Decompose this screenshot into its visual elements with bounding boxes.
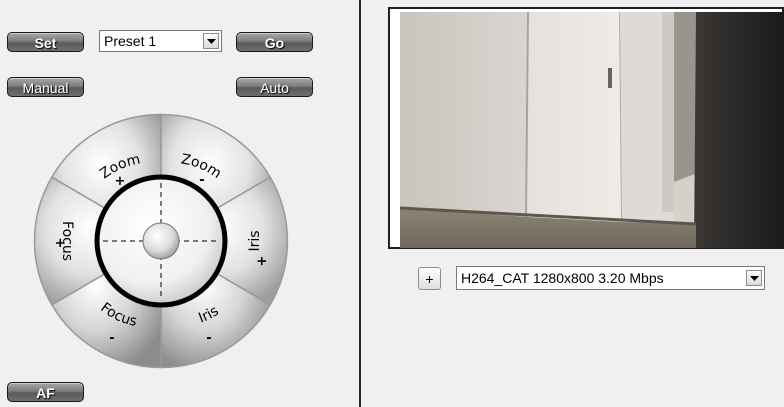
ptz-dial: Zoom + Zoom - Iris + Iris - Focus - Focu… xyxy=(33,113,289,369)
set-preset-button[interactable]: Set xyxy=(7,32,84,52)
zoom-out-sign: - xyxy=(199,173,204,188)
go-preset-button[interactable]: Go xyxy=(236,32,313,52)
chevron-down-icon[interactable] xyxy=(746,270,762,286)
autofocus-button[interactable]: AF xyxy=(7,382,84,402)
live-video-frame xyxy=(388,7,784,249)
manual-button[interactable]: Manual xyxy=(7,77,84,97)
iris-open-label: Iris xyxy=(247,230,263,251)
camera-image xyxy=(400,12,784,248)
zoom-in-sign: + xyxy=(115,174,126,189)
iris-close-sign: - xyxy=(206,331,211,346)
panel-divider xyxy=(359,0,361,407)
iris-open-sign: + xyxy=(255,256,270,267)
stream-select[interactable]: H264_CAT 1280x800 3.20 Mbps xyxy=(456,266,765,290)
auto-button[interactable]: Auto xyxy=(236,77,313,97)
preset-select[interactable]: Preset 1 xyxy=(99,30,222,52)
add-stream-button[interactable]: + xyxy=(418,267,441,290)
live-video[interactable] xyxy=(400,12,784,248)
chevron-down-icon[interactable] xyxy=(203,33,219,49)
preset-select-value: Preset 1 xyxy=(104,33,157,49)
camera-control-panel: Set Preset 1 Go Manual Auto Zoom + Zoom … xyxy=(0,0,784,407)
focus-near-sign: + xyxy=(52,238,67,249)
center-knob[interactable] xyxy=(142,222,180,260)
stream-select-value: H264_CAT 1280x800 3.20 Mbps xyxy=(461,270,664,286)
focus-far-sign: - xyxy=(109,331,114,346)
